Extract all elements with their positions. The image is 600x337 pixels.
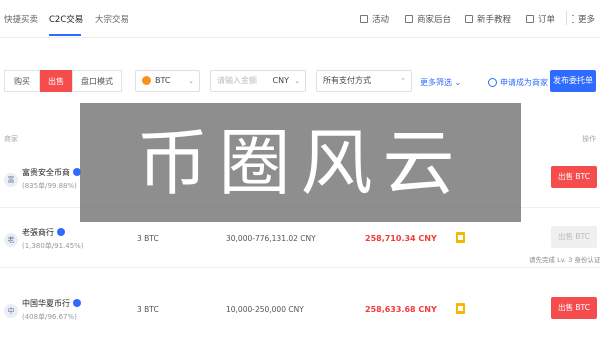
payment-select[interactable]: 所有支付方式 ⌃ [316,70,412,92]
currency-select[interactable]: CNY [273,71,289,91]
watermark-text: 币圈风云 [136,120,465,205]
nav-activity[interactable]: 活动 [360,13,389,25]
btc-icon [142,76,151,85]
nav-more[interactable]: 更多 [572,13,595,25]
unit-price: 258,710.34 CNY [365,234,437,243]
merchant-stats: (408单/96.67%) [22,313,77,321]
merchant-name[interactable]: 中国华夏币行 [22,298,81,309]
payment-method-icon [456,232,465,243]
avatar: 老 [4,233,18,247]
depth-mode-toggle[interactable]: 盘口模式 [72,70,122,92]
nav-tutorial[interactable]: 新手教程 [465,13,511,25]
chevron-up-icon: ⌃ [400,77,406,85]
kyc-requirement-note: 请先完成 Lv. 3 身份认证 [529,256,600,264]
avatar: 中 [4,304,18,318]
more-filter-link[interactable]: 更多筛选 ⌄ [420,77,461,88]
sell-btc-button[interactable]: 出售 BTC [551,297,597,319]
sell-btc-button[interactable]: 出售 BTC [551,226,597,248]
sell-btc-button[interactable]: 出售 BTC [551,166,597,188]
filter-bar: 购买 出售 盘口模式 BTC ⌄ 请输入金额 CNY ⌄ 所有支付方式 ⌃ 更多… [0,62,600,100]
verified-icon [73,299,81,307]
table-row: 中 中国华夏币行 (408单/96.67%) 3 BTC 10,000-250,… [0,283,600,337]
merchant-stats: (835单/99.88%) [22,182,77,190]
orders-icon [526,15,534,23]
coin-select[interactable]: BTC ⌄ [135,70,200,92]
header-action: 操作 [582,135,596,143]
publish-order-button[interactable]: 发布委托单 [550,70,596,92]
merchant-backend-icon [405,15,413,23]
merchant-name[interactable]: 富贵安全币商 [22,167,81,178]
tab-block-trade[interactable]: 大宗交易 [95,13,129,25]
unit-price: 258,633.68 CNY [365,305,437,314]
watermark-overlay: 币圈风云 [80,103,521,222]
more-icon [572,15,574,23]
available-amount: 3 BTC [137,305,159,314]
tab-quick-trade[interactable]: 快捷买卖 [4,13,38,25]
header-merchant: 商家 [4,135,18,143]
amount-input[interactable]: 请输入金额 CNY ⌄ [210,70,306,92]
tutorial-icon [465,15,473,23]
chevron-down-icon: ⌄ [454,78,462,87]
merchant-name[interactable]: 老張商行 [22,227,65,238]
tab-c2c[interactable]: C2C交易 [49,13,83,25]
order-limit: 10,000-250,000 CNY [226,305,304,314]
payment-method-icon [456,303,465,314]
available-amount: 3 BTC [137,234,159,243]
chevron-down-icon: ⌄ [188,77,194,85]
activity-icon [360,15,368,23]
chevron-down-icon: ⌄ [294,77,300,85]
top-nav: 快捷买卖 C2C交易 大宗交易 活动 商家后台 新手教程 订单 更多 [0,0,600,38]
avatar: 富 [4,173,18,187]
nav-divider [566,11,567,25]
active-tab-indicator [49,34,81,36]
nav-orders[interactable]: 订单 [526,13,555,25]
buy-toggle[interactable]: 购买 [4,70,40,92]
merchant-icon [488,78,497,87]
nav-merchant-backend[interactable]: 商家后台 [405,13,451,25]
apply-merchant-link[interactable]: 申请成为商家 [488,77,548,88]
merchant-stats: (1,380单/91.45%) [22,242,84,250]
order-limit: 30,000-776,131.02 CNY [226,234,316,243]
sell-toggle[interactable]: 出售 [40,70,72,92]
verified-icon [57,228,65,236]
